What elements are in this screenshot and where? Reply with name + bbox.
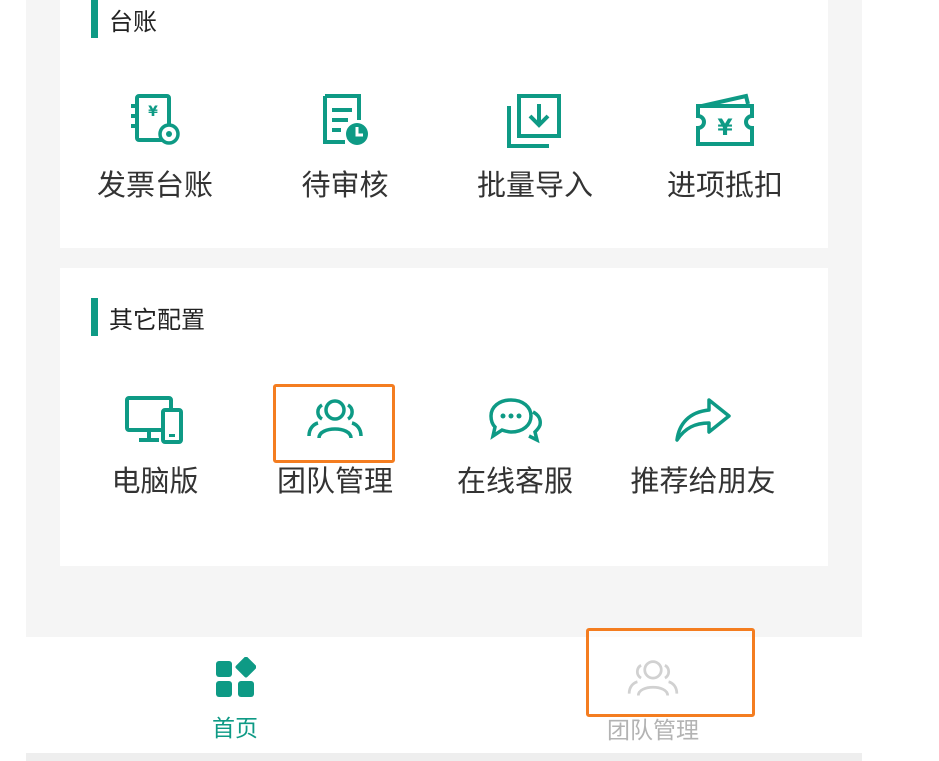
other-section-header: 其它配置: [91, 298, 205, 336]
pending-review-icon: [323, 94, 368, 145]
tab-team-highlight-box: [586, 628, 755, 717]
batch-import-icon: [507, 94, 561, 148]
tab-home[interactable]: 首页: [145, 656, 325, 743]
ledger-item-label: 待审核: [301, 168, 389, 202]
ledger-card: 台账 ¥ 发票台账 待审核 批量导入 ¥ 进项抵扣: [60, 0, 828, 248]
other-item-label: 电脑版: [111, 464, 199, 498]
ledger-section-header: 台账: [91, 0, 157, 38]
other-item-label: 团队管理: [276, 464, 393, 498]
ledger-item-input-deduction[interactable]: ¥ 进项抵扣: [630, 92, 820, 204]
svg-text:¥: ¥: [148, 104, 158, 120]
share-icon: [675, 398, 731, 442]
other-config-card: 其它配置 电脑版 团队管理 在线客服 推荐给朋友: [60, 268, 828, 566]
other-item-label: 推荐给朋友: [630, 464, 776, 498]
home-grid-icon: [216, 656, 257, 697]
other-item-customer-service[interactable]: 在线客服: [420, 396, 610, 500]
bottom-strip: [26, 753, 862, 761]
desktop-icon: [125, 396, 183, 444]
other-item-desktop[interactable]: 电脑版: [60, 396, 250, 500]
invoice-ledger-icon: ¥: [131, 94, 180, 145]
ledger-item-label: 进项抵扣: [666, 168, 783, 202]
other-item-recommend[interactable]: 推荐给朋友: [608, 396, 798, 500]
chat-icon: [489, 398, 542, 444]
ledger-item-invoice-ledger[interactable]: ¥ 发票台账: [60, 92, 250, 204]
svg-text:¥: ¥: [717, 116, 733, 141]
ledger-item-batch-import[interactable]: 批量导入: [440, 92, 630, 204]
input-deduction-icon: ¥: [696, 93, 754, 146]
other-item-label: 在线客服: [456, 464, 573, 498]
ledger-section-title: 台账: [109, 7, 157, 36]
ledger-item-label: 发票台账: [96, 168, 213, 202]
team-highlight-box: [273, 384, 395, 463]
ledger-item-pending-review[interactable]: 待审核: [250, 92, 440, 204]
ledger-item-label: 批量导入: [476, 168, 593, 202]
tab-home-label: 首页: [212, 716, 258, 742]
section-accent-bar: [91, 298, 98, 336]
other-section-title: 其它配置: [109, 305, 205, 334]
section-accent-bar: [91, 0, 98, 38]
